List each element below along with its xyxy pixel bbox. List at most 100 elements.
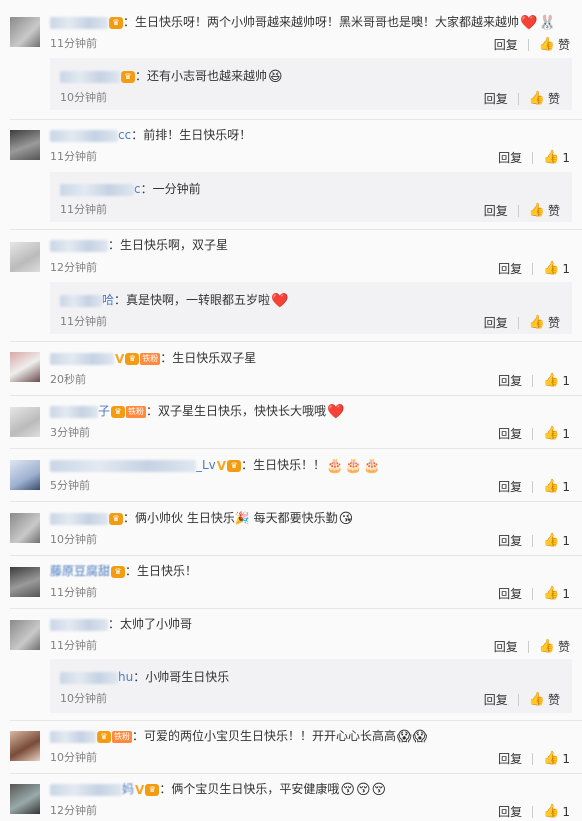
like-count[interactable]: 1 [562, 425, 570, 443]
reply-button[interactable]: 回复 [494, 638, 518, 656]
reply-button[interactable]: 回复 [498, 803, 522, 821]
like-count[interactable]: 1 [562, 750, 570, 768]
username-tail[interactable]: 哈 [102, 293, 114, 307]
verified-v-icon: V [216, 458, 227, 473]
username[interactable] [50, 239, 108, 252]
reply-button[interactable]: 回复 [498, 149, 522, 167]
username[interactable]: 藤原豆腐甜 [50, 564, 110, 578]
comment-body: ♛ 铁粉 ：可爱的两位小宝贝生日快乐！！开开心心长高高😱😱 [50, 726, 572, 746]
like-count[interactable]: 1 [562, 803, 570, 821]
like-count[interactable]: 1 [562, 478, 570, 496]
comment-time: 12分钟前 [50, 261, 97, 274]
thumbs-up-icon[interactable]: 👍 [543, 425, 559, 443]
reply-button[interactable]: 回复 [498, 532, 522, 550]
thumbs-up-icon[interactable]: 👍 [543, 532, 559, 550]
comment-text: ：俩个宝贝生日快乐，平安健康哦 [159, 782, 340, 796]
reply-button[interactable]: 回复 [498, 425, 522, 443]
comment-time: 11分钟前 [50, 586, 97, 599]
thumbs-up-icon[interactable]: 👍 [539, 638, 555, 656]
username-tail[interactable]: 妈 [122, 782, 134, 796]
reply-button[interactable]: 回复 [498, 372, 522, 390]
username[interactable] [50, 16, 108, 29]
thumbs-up-icon[interactable]: 👍 [539, 36, 555, 54]
like-count[interactable]: 赞 [548, 202, 560, 220]
username[interactable] [60, 671, 118, 684]
divider [527, 38, 529, 51]
thumbs-up-icon[interactable]: 👍 [543, 372, 559, 390]
avatar[interactable] [10, 460, 40, 490]
like-count[interactable]: 赞 [558, 638, 570, 656]
thumbs-up-icon[interactable]: 👍 [529, 90, 545, 108]
like-count[interactable]: 1 [562, 585, 570, 603]
username[interactable] [60, 70, 120, 83]
like-count[interactable]: 1 [562, 260, 570, 278]
avatar[interactable] [10, 130, 40, 160]
divider [10, 448, 582, 449]
verified-v-icon: V [135, 782, 145, 797]
username[interactable] [60, 294, 102, 307]
thumbs-up-icon[interactable]: 👍 [529, 202, 545, 220]
reply-button[interactable]: 回复 [484, 90, 508, 108]
thumbs-up-icon[interactable]: 👍 [543, 585, 559, 603]
thumbs-up-icon[interactable]: 👍 [543, 260, 559, 278]
thumbs-up-icon[interactable]: 👍 [543, 803, 559, 821]
thumbs-up-icon[interactable]: 👍 [543, 750, 559, 768]
username-tail[interactable]: hu [118, 670, 133, 684]
like-count[interactable]: 1 [562, 149, 570, 167]
avatar[interactable] [10, 731, 40, 761]
username[interactable] [50, 512, 108, 525]
username[interactable] [50, 730, 96, 743]
thumbs-up-icon[interactable]: 👍 [529, 314, 545, 332]
divider [532, 262, 534, 275]
like-count[interactable]: 赞 [548, 90, 560, 108]
thumbs-up-icon[interactable]: 👍 [529, 691, 545, 709]
reply-button[interactable]: 回复 [498, 750, 522, 768]
reply-button[interactable]: 回复 [498, 260, 522, 278]
avatar[interactable] [10, 407, 40, 437]
thumbs-up-icon[interactable]: 👍 [543, 478, 559, 496]
vip-badge-icon: ♛ [97, 730, 111, 743]
username-tail[interactable]: 子 [98, 404, 110, 418]
username[interactable] [50, 129, 118, 142]
username[interactable] [50, 618, 108, 631]
username-tail[interactable]: cc [118, 128, 131, 142]
comment-body: 藤原豆腐甜 ♛ ：生日快乐！ [50, 561, 572, 581]
username[interactable] [60, 183, 134, 196]
avatar[interactable] [10, 513, 40, 543]
reply-button[interactable]: 回复 [494, 36, 518, 54]
reply-button[interactable]: 回复 [484, 691, 508, 709]
reply-button[interactable]: 回复 [484, 314, 508, 332]
divider [517, 316, 519, 329]
like-count[interactable]: 1 [562, 532, 570, 550]
avatar[interactable] [10, 352, 40, 382]
avatar[interactable] [10, 784, 40, 814]
reply-body: ♛ ：还有小志哥也越来越帅😆 [60, 66, 562, 86]
username-tail[interactable]: c [134, 182, 141, 196]
laughing-emoji-icon: 😆 [268, 68, 283, 85]
kiss-emoji-icon: 😘 [338, 510, 354, 527]
like-count[interactable]: 赞 [558, 36, 570, 54]
comment-time: 11分钟前 [50, 37, 97, 50]
reply-box: hu：小帅哥生日快乐 10分钟前 回复 👍 赞 [50, 659, 572, 713]
reply-button[interactable]: 回复 [498, 478, 522, 496]
avatar[interactable] [10, 242, 40, 272]
username-tail[interactable]: _Lv [196, 458, 216, 472]
avatar[interactable] [10, 17, 40, 47]
thumbs-up-icon[interactable]: 👍 [543, 149, 559, 167]
reply-button[interactable]: 回复 [484, 202, 508, 220]
like-count[interactable]: 赞 [548, 691, 560, 709]
like-count[interactable]: 1 [562, 372, 570, 390]
username[interactable] [50, 352, 114, 365]
username[interactable] [50, 783, 122, 796]
like-count[interactable]: 赞 [548, 314, 560, 332]
heart-emoji-icon: ❤️ [520, 14, 538, 31]
comment-body: ：生日快乐啊，双子星 [50, 235, 572, 255]
reply-body: c：一分钟前 [60, 179, 562, 199]
avatar[interactable] [10, 567, 40, 597]
username[interactable] [50, 405, 98, 418]
username[interactable] [50, 459, 196, 472]
reply-button[interactable]: 回复 [498, 585, 522, 603]
avatar[interactable] [10, 620, 40, 650]
reply-actions: 回复 👍 赞 [484, 89, 560, 107]
comment-time: 11分钟前 [50, 639, 97, 652]
